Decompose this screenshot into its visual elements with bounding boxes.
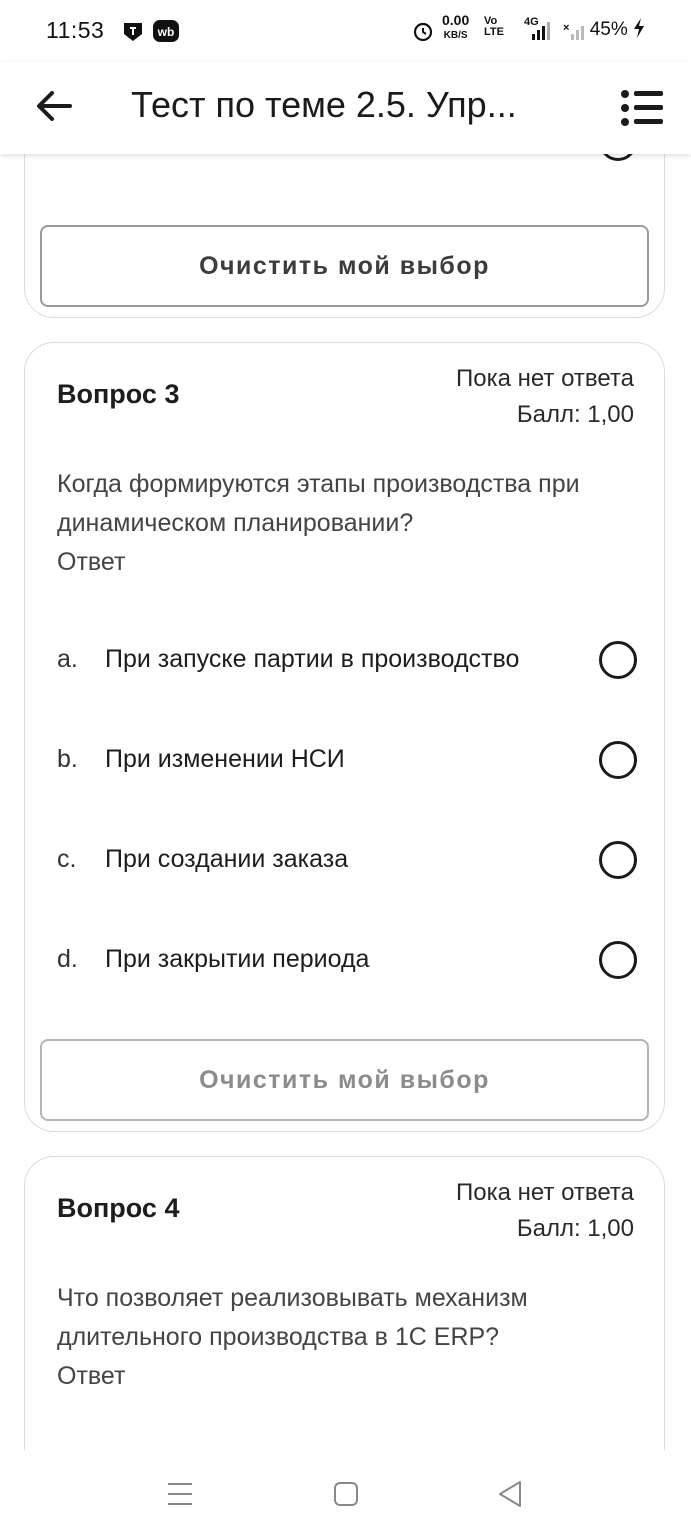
question-status: Пока нет ответа Балл: 1,00 [455, 1179, 634, 1242]
question-title: Вопрос 3 [57, 379, 180, 409]
option-radio[interactable] [599, 841, 637, 879]
app-header: Тест по теме 2.5. Упр... [0, 62, 691, 154]
no-signal-icon: × [563, 22, 584, 40]
question-status: Пока нет ответа Балл: 1,00 [455, 365, 634, 428]
answer-label: Ответ [57, 1362, 126, 1390]
system-nav-bar [0, 1450, 691, 1536]
option-d[interactable]: d. При закрытии периода [25, 931, 666, 991]
question-title: Вопрос 4 [57, 1193, 180, 1223]
question-card-previous: Очистить мой выбор [24, 154, 665, 318]
back-nav-icon[interactable] [490, 1478, 530, 1510]
option-radio[interactable] [599, 741, 637, 779]
status-bar: 11:53 wb 0.00 KB/S Vo LTE 4G × 45% [0, 0, 691, 62]
option-text: При изменении НСИ [105, 745, 345, 773]
question-text: Что позволяет реализовывать механизм дли… [57, 1284, 528, 1351]
svg-text:×: × [563, 22, 569, 34]
quiz-content[interactable]: Очистить мой выбор Вопрос 3 Пока нет отв… [0, 154, 691, 1450]
status-time: 11:53 [46, 17, 105, 43]
option-b[interactable]: b. При изменении НСИ [25, 731, 666, 791]
page-title: Тест по теме 2.5. Упр... [131, 84, 517, 125]
option-letter: c. [57, 845, 77, 873]
option-letter: a. [57, 645, 78, 673]
battery-level: 45% [590, 18, 645, 41]
option-text: При закрытии периода [105, 945, 370, 973]
option-text: При создании заказа [105, 845, 349, 873]
list-menu-icon[interactable] [620, 88, 664, 128]
option-radio[interactable] [599, 641, 637, 679]
answer-label: Ответ [57, 548, 126, 576]
back-arrow-icon[interactable] [34, 86, 74, 126]
option-letter: b. [57, 745, 78, 773]
option-a[interactable]: a. При запуске партии в производство [25, 631, 666, 691]
question-card-4: Вопрос 4 Пока нет ответа Балл: 1,00 Что … [24, 1156, 665, 1450]
option-letter: d. [57, 945, 78, 973]
wb-app-icon: wb [153, 20, 179, 42]
option-radio[interactable] [599, 941, 637, 979]
previous-option-radio[interactable] [599, 154, 637, 161]
question-card-3: Вопрос 3 Пока нет ответа Балл: 1,00 Когд… [24, 342, 665, 1132]
charging-icon [634, 18, 644, 38]
option-text: При запуске партии в производство [105, 645, 520, 673]
recent-apps-icon[interactable] [160, 1478, 200, 1510]
signal-icon [532, 22, 550, 40]
net-speed: 0.00 KB/S [442, 12, 470, 41]
svg-text:wb: wb [157, 25, 175, 39]
clear-choice-button[interactable]: Очистить мой выбор [40, 1039, 649, 1121]
home-icon[interactable] [326, 1478, 366, 1510]
notification-app-icon [124, 23, 142, 41]
alarm-icon [413, 22, 433, 42]
volte-indicator: Vo LTE [484, 15, 504, 38]
option-c[interactable]: c. При создании заказа [25, 831, 666, 891]
clear-choice-button[interactable]: Очистить мой выбор [40, 225, 649, 307]
question-text: Когда формируются этапы производства при… [57, 470, 580, 537]
